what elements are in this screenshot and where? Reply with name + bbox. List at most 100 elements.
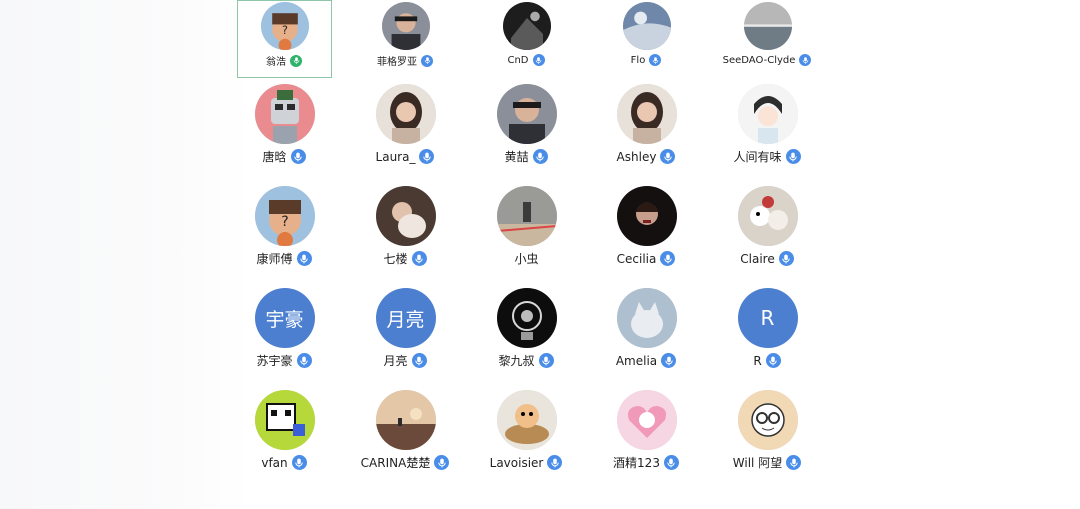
participant-name: 黎九叔 [498, 354, 535, 368]
participant-tile[interactable]: 人间有味 [720, 82, 815, 182]
participant-name: Amelia [615, 353, 658, 368]
participant-name: vfan [261, 455, 288, 470]
avatar [496, 186, 557, 246]
participant-tile[interactable]: 七楼 [358, 184, 453, 284]
participant-tile[interactable]: 小虫 [479, 184, 574, 284]
participant-label: 七楼 [358, 250, 453, 267]
participant-label: CnD [479, 53, 574, 67]
participant-tile[interactable]: ? 康师傅 [237, 184, 332, 284]
participant-tile[interactable]: RR [720, 286, 815, 386]
avatar-initials: 宇豪 [265, 308, 304, 331]
participant-name: 菲格罗亚 [377, 57, 417, 68]
avatar [616, 84, 677, 144]
participant-tile[interactable]: SeeDAO-Clyde [720, 0, 815, 78]
participant-tile[interactable]: vfan [237, 388, 332, 488]
microphone-icon [531, 53, 546, 67]
microphone-icon [785, 454, 803, 471]
microphone-icon [648, 53, 663, 67]
participant-tile[interactable]: 宇豪 苏宇豪 [237, 286, 332, 386]
participant-name: 人间有味 [733, 150, 782, 164]
avatar [254, 390, 315, 450]
microphone-icon [418, 148, 436, 165]
microphone-icon [295, 352, 313, 369]
avatar [737, 186, 798, 246]
participant-name: R [753, 353, 762, 368]
participant-tile[interactable]: 酒精123 [599, 388, 694, 488]
participant-tile[interactable]: Will 阿望 [720, 388, 815, 488]
participant-name: 酒精123 [613, 456, 660, 470]
participant-tile[interactable]: 月亮 月亮 [358, 286, 453, 386]
microphone-icon [764, 352, 782, 369]
avatar [616, 390, 677, 450]
microphone-icon [531, 148, 549, 165]
participant-label: Cecilia [599, 250, 694, 267]
avatar [381, 2, 430, 50]
participant-label: Lavoisier [479, 454, 574, 471]
avatar: R [737, 288, 798, 348]
participant-name: 翁浩 [266, 57, 286, 68]
participant-tile[interactable]: Cecilia [599, 184, 694, 284]
participant-tile[interactable]: Flo [599, 0, 694, 78]
avatar [496, 288, 557, 348]
microphone-icon [295, 250, 313, 267]
avatar-initials: R [760, 306, 775, 330]
participant-label: 唐晗 [237, 148, 332, 165]
avatar [737, 390, 798, 450]
participant-label: 人间有味 [720, 148, 815, 165]
participant-name: Flo [630, 54, 646, 66]
svg-text:?: ? [282, 24, 288, 37]
participant-tile[interactable]: CARINA楚楚 [358, 388, 453, 488]
participant-name: 七楼 [383, 252, 408, 266]
participant-label: CARINA楚楚 [358, 454, 453, 471]
participant-tile[interactable]: ? 翁浩 [237, 0, 332, 78]
participant-label: Amelia [599, 352, 694, 369]
avatar [375, 390, 436, 450]
participant-label: 翁浩 [237, 53, 332, 68]
microphone-icon [410, 250, 428, 267]
avatar: ? [260, 2, 309, 50]
avatar: 宇豪 [254, 288, 315, 348]
participant-label: Claire [720, 250, 815, 267]
participant-name: Cecilia [616, 251, 657, 266]
participant-label: Laura_ [358, 148, 453, 165]
participant-tile[interactable]: Laura_ [358, 82, 453, 182]
participant-name: Will 阿望 [732, 456, 783, 470]
participant-label: 苏宇豪 [237, 352, 332, 369]
participant-label: 月亮 [358, 352, 453, 369]
avatar [616, 186, 677, 246]
microphone-icon [659, 250, 677, 267]
participant-name: SeeDAO-Clyde [722, 54, 796, 66]
participant-tile[interactable]: 黄喆 [479, 82, 574, 182]
participant-tile[interactable]: Ashley [599, 82, 694, 182]
participant-label: 康师傅 [237, 250, 332, 267]
participant-label: R [720, 352, 815, 369]
participant-name: Claire [740, 251, 775, 266]
participant-tile[interactable]: CnD [479, 0, 574, 78]
participant-name: 黄喆 [504, 150, 529, 164]
participant-tile[interactable]: 黎九叔 [479, 286, 574, 386]
avatar [254, 84, 315, 144]
avatar [743, 2, 792, 50]
microphone-icon [660, 352, 678, 369]
avatar: ? [254, 186, 315, 246]
microphone-icon [410, 352, 428, 369]
microphone-icon [433, 454, 451, 471]
participant-tile[interactable]: Amelia [599, 286, 694, 386]
participant-label: 菲格罗亚 [358, 53, 453, 68]
participant-tile[interactable]: 菲格罗亚 [358, 0, 453, 78]
microphone-icon [777, 250, 795, 267]
participant-tile[interactable]: Lavoisier [479, 388, 574, 488]
participant-label: vfan [237, 454, 332, 471]
participant-tile[interactable]: 唐晗 [237, 82, 332, 182]
participant-name: Laura_ [375, 149, 416, 164]
microphone-icon [546, 454, 564, 471]
participant-tile[interactable]: Claire [720, 184, 815, 284]
participant-name: 康师傅 [256, 252, 293, 266]
avatar [496, 390, 557, 450]
participant-label: Ashley [599, 148, 694, 165]
participant-name: Ashley [616, 149, 657, 164]
microphone-icon [289, 53, 303, 68]
avatar [496, 84, 557, 144]
avatar [502, 2, 551, 50]
avatar [616, 288, 677, 348]
